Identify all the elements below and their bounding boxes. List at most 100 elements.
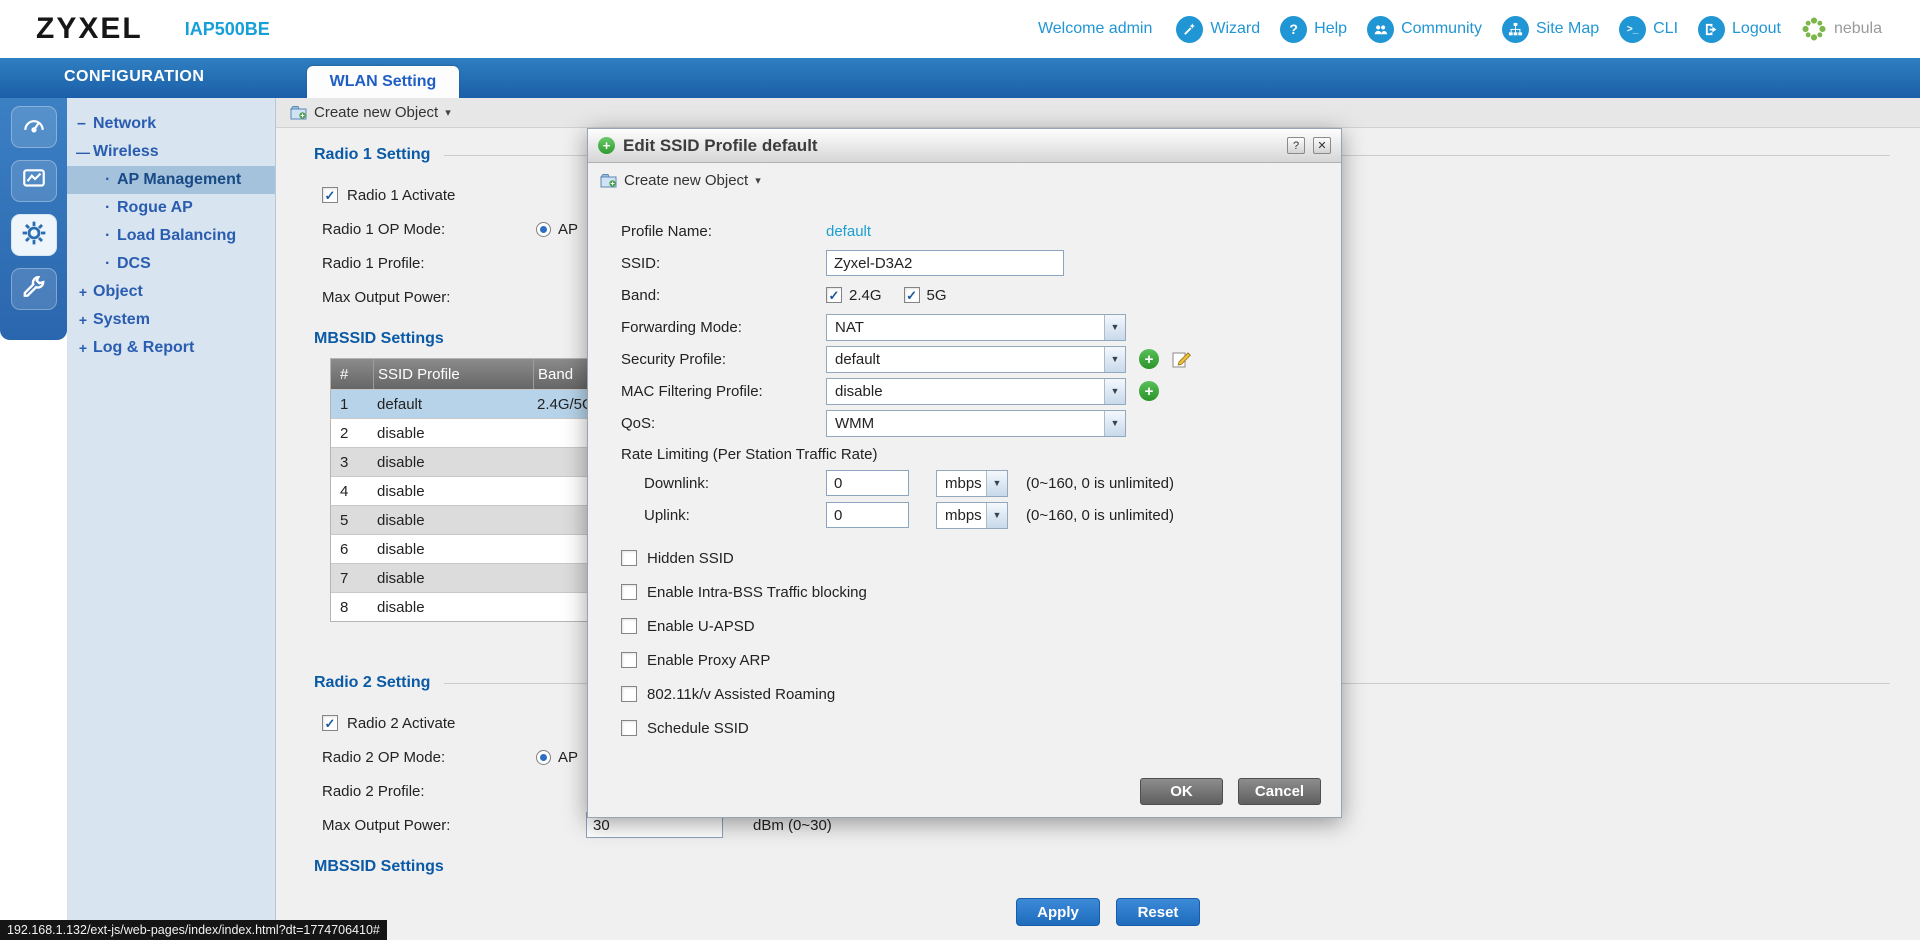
cancel-button[interactable]: Cancel: [1238, 778, 1321, 805]
band-24g-checkbox[interactable]: [826, 287, 842, 303]
device-model: IAP500BE: [185, 19, 270, 40]
uapsd-row: Enable U-APSD: [621, 609, 1341, 643]
proxy-arp-checkbox[interactable]: [621, 652, 637, 668]
logout-icon: [1698, 16, 1725, 43]
nav-object[interactable]: + Object: [67, 278, 275, 306]
ok-button[interactable]: OK: [1140, 778, 1223, 805]
radio1-activate-checkbox[interactable]: [322, 187, 338, 203]
monitor-tile[interactable]: [11, 160, 57, 202]
create-object-icon: [600, 173, 617, 188]
assisted-roaming-row: 802.11k/v Assisted Roaming: [621, 677, 1341, 711]
schedule-ssid-checkbox[interactable]: [621, 720, 637, 736]
intra-bss-row: Enable Intra-BSS Traffic blocking: [621, 575, 1341, 609]
add-mac-filter-icon[interactable]: +: [1139, 381, 1159, 401]
wrench-icon: [21, 274, 47, 305]
row-profile: disable: [373, 483, 533, 500]
mac-filtering-row: MAC Filtering Profile: disable ▼ +: [621, 375, 1341, 407]
nav-network[interactable]: Network: [67, 110, 275, 138]
reset-button[interactable]: Reset: [1116, 898, 1200, 926]
band-label: Band:: [621, 287, 826, 304]
mode-icon-strip: [0, 98, 67, 340]
ssid-label: SSID:: [621, 255, 826, 272]
community-label: Community: [1401, 20, 1482, 38]
nav-system[interactable]: + System: [67, 306, 275, 334]
apply-button[interactable]: Apply: [1016, 898, 1100, 926]
proxy-arp-label: Enable Proxy ARP: [647, 652, 770, 669]
expand-icon[interactable]: +: [76, 312, 90, 328]
footer-buttons: Apply Reset: [1016, 898, 1896, 926]
nav-rogue-ap-label: Rogue AP: [117, 199, 193, 217]
nebula-icon: [1801, 16, 1827, 42]
col-num[interactable]: #: [331, 366, 373, 383]
dialog-help-button[interactable]: ?: [1287, 137, 1305, 154]
col-ssid-profile[interactable]: SSID Profile: [373, 359, 533, 389]
modal-create-new-object[interactable]: Create new Object ▾: [588, 163, 1341, 197]
nav-rogue-ap[interactable]: Rogue AP: [67, 194, 275, 222]
wizard-link[interactable]: Wizard: [1176, 16, 1260, 43]
help-icon: ?: [1280, 16, 1307, 43]
nav-load-balancing[interactable]: Load Balancing: [67, 222, 275, 250]
nav-log-report-label: Log & Report: [93, 339, 194, 357]
row-num: 8: [331, 599, 373, 616]
dialog-titlebar[interactable]: + Edit SSID Profile default ? ✕: [588, 129, 1341, 163]
hidden-ssid-label: Hidden SSID: [647, 550, 734, 567]
uapsd-checkbox[interactable]: [621, 618, 637, 634]
nebula-link[interactable]: nebula: [1801, 16, 1882, 42]
nav-dcs[interactable]: DCS: [67, 250, 275, 278]
uplink-label: Uplink:: [644, 507, 826, 524]
header-links: Welcome admin Wizard ? Help Community: [1038, 16, 1882, 43]
security-profile-select[interactable]: default ▼: [826, 346, 1126, 373]
sitemap-link[interactable]: Site Map: [1502, 16, 1599, 43]
configuration-tile[interactable]: [11, 214, 57, 256]
nav-log-report[interactable]: + Log & Report: [67, 334, 275, 362]
dashboard-icon: [21, 112, 47, 143]
radio2-activate-label: Radio 2 Activate: [347, 715, 455, 732]
radio2-opmode-label: Radio 2 OP Mode:: [322, 749, 536, 766]
ssid-input[interactable]: [826, 250, 1064, 276]
forwarding-mode-row: Forwarding Mode: NAT ▼: [621, 311, 1341, 343]
downlink-unit-value: mbps: [937, 475, 986, 492]
create-new-object-bar[interactable]: Create new Object ▾: [276, 98, 1920, 128]
nav-wireless[interactable]: — Wireless: [67, 138, 275, 166]
assisted-roaming-checkbox[interactable]: [621, 686, 637, 702]
expand-icon[interactable]: +: [76, 340, 90, 356]
security-profile-row: Security Profile: default ▼ +: [621, 343, 1341, 375]
band-5g-checkbox[interactable]: [904, 287, 920, 303]
radio2-title: Radio 2 Setting: [314, 674, 430, 692]
nav-ap-management-label: AP Management: [117, 171, 241, 189]
qos-select[interactable]: WMM ▼: [826, 410, 1126, 437]
radio2-activate-checkbox[interactable]: [322, 715, 338, 731]
uplink-unit-select[interactable]: mbps ▼: [936, 502, 1008, 529]
dialog-close-button[interactable]: ✕: [1313, 137, 1331, 154]
modal-create-object-label: Create new Object: [624, 172, 748, 189]
cli-link[interactable]: >_ CLI: [1619, 16, 1678, 43]
nav-ap-management[interactable]: AP Management: [67, 166, 275, 194]
dashboard-tile[interactable]: [11, 106, 57, 148]
schedule-ssid-row: Schedule SSID: [621, 711, 1341, 745]
assisted-roaming-label: 802.11k/v Assisted Roaming: [647, 686, 835, 703]
forwarding-mode-select[interactable]: NAT ▼: [826, 314, 1126, 341]
intra-bss-checkbox[interactable]: [621, 584, 637, 600]
hidden-ssid-checkbox[interactable]: [621, 550, 637, 566]
chevron-down-icon: ▼: [986, 471, 1007, 496]
edit-security-profile-icon[interactable]: [1171, 349, 1192, 370]
help-link[interactable]: ? Help: [1280, 16, 1347, 43]
downlink-input[interactable]: [826, 470, 909, 496]
expand-icon[interactable]: +: [76, 284, 90, 300]
radio1-opmode-ap-radio[interactable]: [536, 222, 551, 237]
add-security-profile-icon[interactable]: +: [1139, 349, 1159, 369]
chevron-down-icon: ▼: [1104, 379, 1125, 404]
profile-name-row: Profile Name: default: [621, 215, 1341, 247]
mac-filtering-select[interactable]: disable ▼: [826, 378, 1126, 405]
tab-wlan-setting[interactable]: WLAN Setting: [307, 66, 459, 98]
logout-link[interactable]: Logout: [1698, 16, 1781, 43]
downlink-unit-select[interactable]: mbps ▼: [936, 470, 1008, 497]
collapse-icon[interactable]: —: [76, 144, 90, 160]
radio1-title: Radio 1 Setting: [314, 146, 430, 164]
maintenance-tile[interactable]: [11, 268, 57, 310]
community-link[interactable]: Community: [1367, 16, 1482, 43]
config-nav: Network — Wireless AP Management Rogue A…: [67, 98, 276, 940]
radio2-opmode-ap-radio[interactable]: [536, 750, 551, 765]
uplink-input[interactable]: [826, 502, 909, 528]
radio1-max-output-label: Max Output Power:: [322, 289, 536, 306]
